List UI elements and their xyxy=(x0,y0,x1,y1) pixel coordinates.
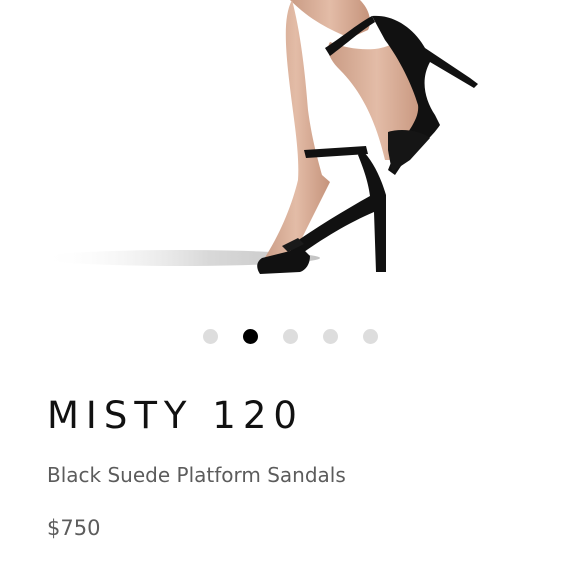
product-subtitle: Black Suede Platform Sandals xyxy=(47,463,346,487)
carousel-dot-1[interactable] xyxy=(203,329,218,344)
sandal-photo xyxy=(40,0,478,274)
front-leg xyxy=(262,0,330,262)
carousel-dot-4[interactable] xyxy=(323,329,338,344)
product-name: MISTY 120 xyxy=(47,394,304,437)
carousel-dot-5[interactable] xyxy=(363,329,378,344)
product-price: $750 xyxy=(47,516,101,540)
carousel-indicators xyxy=(0,329,580,345)
carousel-dot-2[interactable] xyxy=(243,329,258,344)
upper-sandal-platform xyxy=(388,130,430,172)
carousel-dot-3[interactable] xyxy=(283,329,298,344)
product-image[interactable] xyxy=(0,0,580,310)
